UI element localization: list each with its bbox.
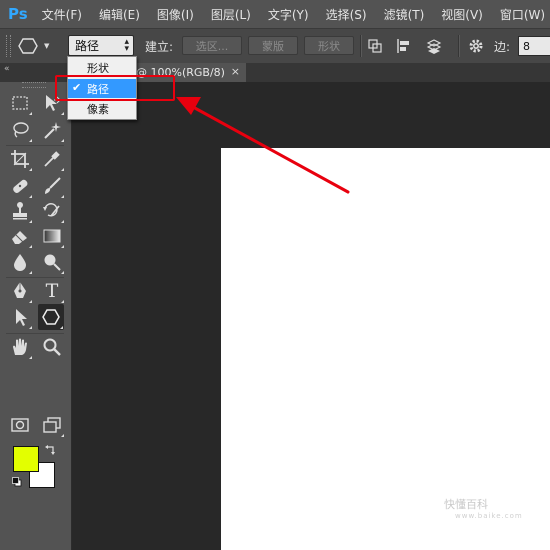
clone-stamp-tool[interactable] — [7, 198, 33, 224]
polygon-icon — [42, 309, 60, 325]
document-canvas[interactable] — [221, 148, 550, 550]
tool-mode-value: 路径 — [75, 39, 100, 53]
type-tool[interactable]: T — [39, 278, 65, 304]
zoom-icon — [43, 338, 61, 356]
tool-preset-picker[interactable]: ▼ — [18, 29, 60, 63]
gradient-icon — [43, 229, 61, 243]
default-colors-icon[interactable] — [12, 477, 22, 487]
lasso-tool[interactable] — [7, 117, 33, 143]
hexagon-icon — [18, 38, 38, 54]
tool-mode-select[interactable]: 路径 ▴ ▾ — [68, 35, 134, 56]
clone-stamp-icon — [13, 202, 27, 220]
eraser-tool[interactable] — [7, 223, 33, 249]
hand-tool[interactable] — [7, 334, 33, 360]
make-selection-button[interactable]: 选区... — [182, 36, 242, 55]
lasso-icon — [13, 122, 29, 138]
watermark: 快懂百科 — [444, 498, 488, 511]
dropdown-item-pixels[interactable]: 像素 — [68, 99, 136, 118]
brush-icon — [45, 177, 61, 194]
rect-marquee-tool[interactable] — [7, 90, 33, 116]
make-label: 建立: — [145, 39, 174, 54]
sides-label: 边: — [494, 39, 511, 54]
type-icon: T — [45, 280, 59, 302]
rect-marquee-icon — [12, 96, 28, 110]
close-icon[interactable]: × — [231, 65, 240, 78]
menu-select[interactable]: 选择(S) — [326, 6, 367, 23]
history-brush-tool[interactable] — [39, 198, 65, 224]
quick-mask-icon — [11, 418, 29, 432]
blur-icon — [14, 254, 26, 271]
eyedropper-icon — [44, 151, 60, 167]
menu-window[interactable]: 窗口(W) — [500, 6, 545, 23]
pen-icon — [14, 282, 26, 298]
eyedropper-tool[interactable] — [39, 146, 65, 172]
make-shape-button[interactable]: 形状 — [304, 36, 354, 55]
menu-image[interactable]: 图像(I) — [157, 6, 194, 23]
crop-tool[interactable] — [7, 146, 33, 172]
path-selection-tool[interactable] — [7, 304, 33, 330]
menu-file[interactable]: 文件(F) — [42, 6, 82, 23]
menu-bar: Ps 文件(F) 编辑(E) 图像(I) 图层(L) 文字(Y) 选择(S) 滤… — [0, 0, 550, 28]
history-brush-icon — [43, 203, 60, 217]
menu-layer[interactable]: 图层(L) — [211, 6, 251, 23]
eraser-icon — [12, 231, 27, 244]
dropdown-item-label: 像素 — [87, 102, 109, 116]
gradient-tool[interactable] — [39, 223, 65, 249]
watermark-url: www.baike.com — [455, 512, 523, 520]
options-bar-grip[interactable] — [6, 35, 11, 57]
divider — [458, 35, 460, 57]
blur-tool[interactable] — [7, 249, 33, 275]
chevron-down-icon: ▼ — [44, 42, 50, 50]
swap-colors-icon[interactable] — [44, 444, 56, 456]
healing-brush-icon — [13, 179, 28, 193]
path-operations-icon[interactable] — [367, 38, 383, 54]
magic-wand-icon — [44, 122, 61, 139]
tools-panel-grip[interactable] — [22, 82, 46, 88]
menu-view[interactable]: 视图(V) — [441, 6, 483, 23]
make-mask-button[interactable]: 蒙版 — [248, 36, 298, 55]
brush-tool[interactable] — [39, 173, 65, 199]
path-arrangement-icon[interactable] — [426, 38, 442, 54]
dropdown-item-label: 形状 — [87, 61, 109, 75]
dodge-tool[interactable] — [39, 249, 65, 275]
zoom-tool[interactable] — [39, 334, 65, 360]
screen-mode-icon — [43, 417, 61, 433]
ps-logo: Ps — [8, 5, 28, 23]
annotation-highlight-box — [55, 75, 175, 101]
foreground-color-swatch[interactable] — [13, 446, 39, 472]
pen-tool[interactable] — [7, 278, 33, 304]
collapse-panel-icon[interactable]: « — [4, 64, 10, 74]
hand-icon — [13, 338, 27, 355]
path-alignment-icon[interactable] — [396, 38, 412, 54]
menu-edit[interactable]: 编辑(E) — [99, 6, 140, 23]
magic-wand-tool[interactable] — [39, 117, 65, 143]
divider — [360, 35, 362, 57]
dodge-icon — [44, 254, 61, 271]
healing-brush-tool[interactable] — [7, 173, 33, 199]
path-selection-icon — [16, 309, 27, 326]
polygon-tool[interactable] — [38, 304, 64, 330]
crop-icon — [11, 150, 29, 168]
gear-icon[interactable] — [468, 38, 484, 54]
menu-filter[interactable]: 滤镜(T) — [384, 6, 425, 23]
menu-type[interactable]: 文字(Y) — [268, 6, 309, 23]
sides-input[interactable]: 8 — [518, 36, 550, 56]
tools-panel: T — [0, 82, 72, 550]
quick-mask-tool[interactable] — [7, 412, 33, 438]
screen-mode-tool[interactable] — [39, 412, 65, 438]
updown-arrows-icon: ▴ ▾ — [124, 37, 129, 54]
